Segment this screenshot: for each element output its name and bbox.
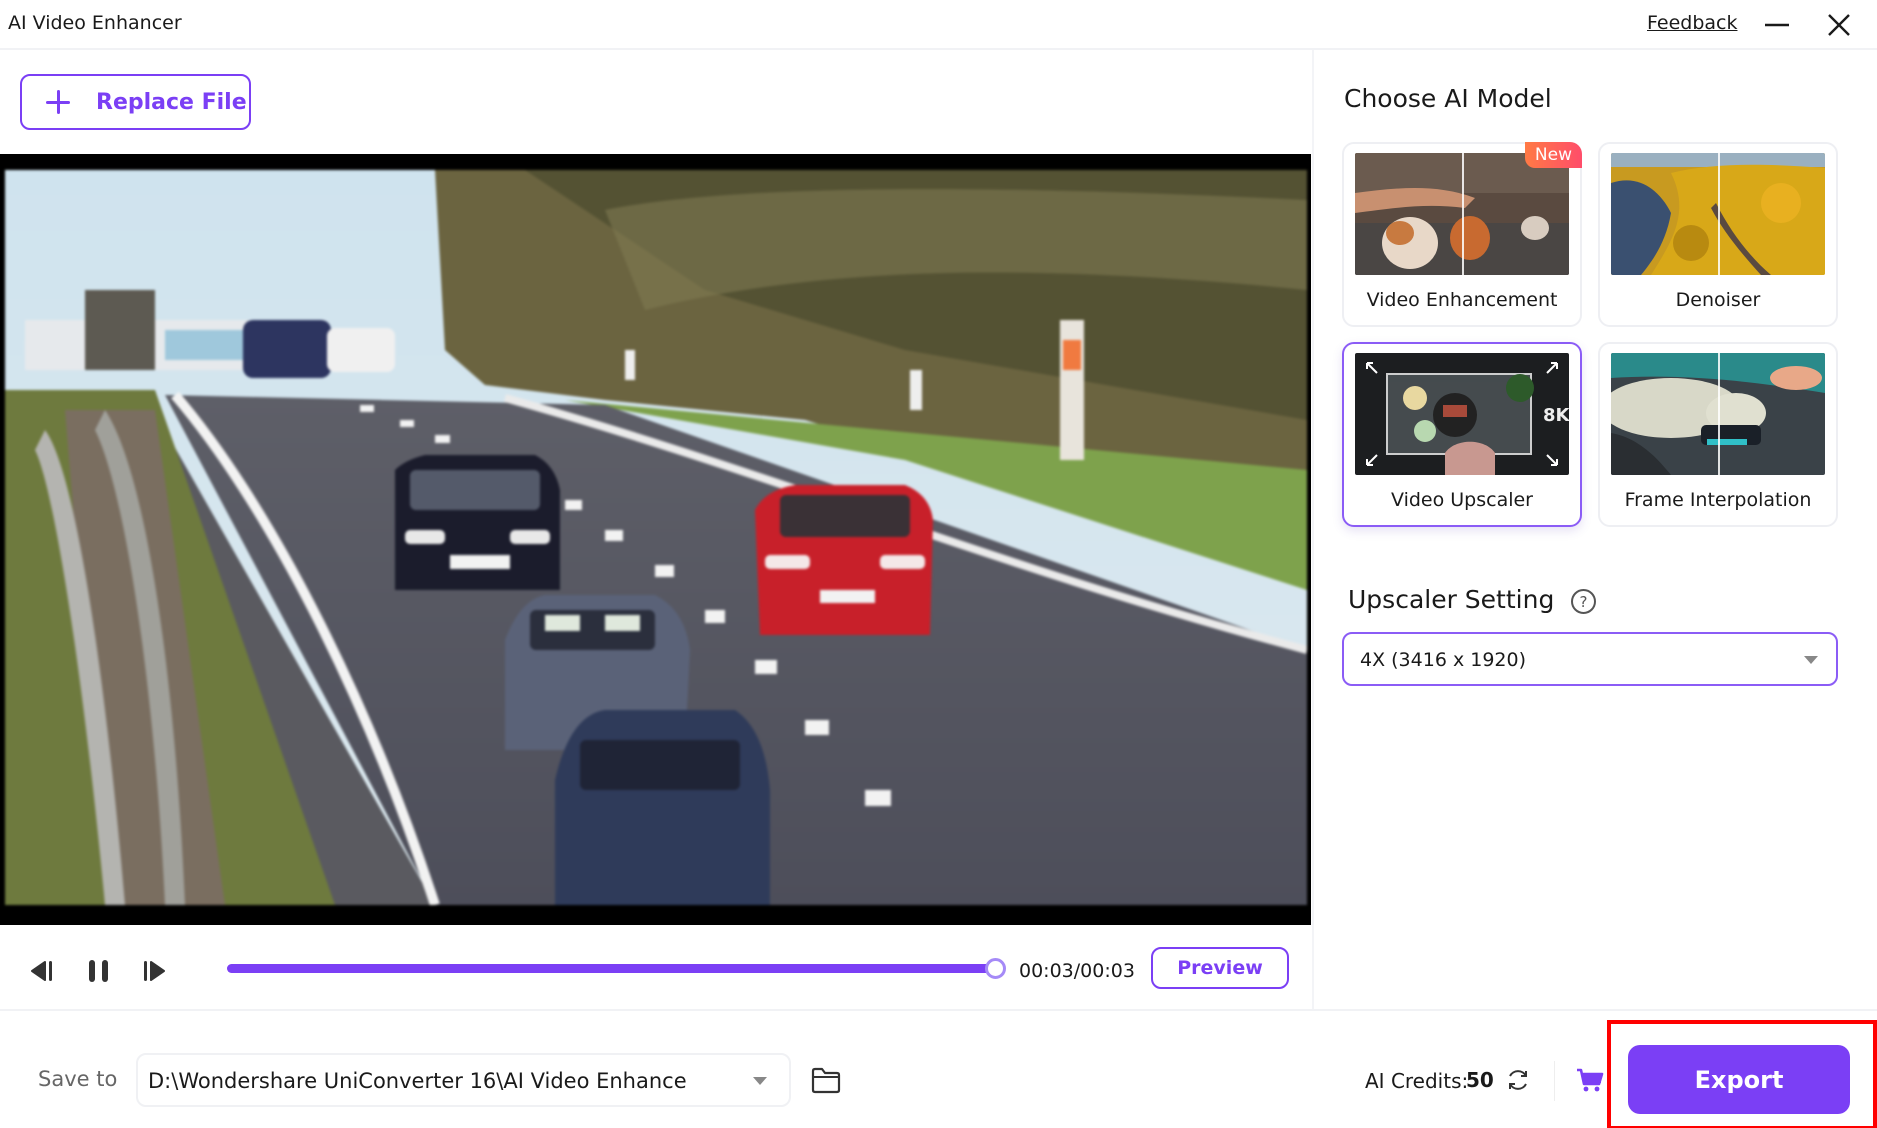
previous-frame-button[interactable] (27, 955, 59, 987)
model-name: Denoiser (1675, 289, 1761, 311)
upscaler-setting-title: Upscaler Setting (1348, 585, 1555, 614)
ai-credits-label: AI Credits: (1365, 1069, 1469, 1093)
bottom-bar: Save to D:\Wondershare UniConverter 16\A… (0, 1009, 1877, 1128)
previous-frame-icon (31, 961, 52, 981)
progress-fill (227, 964, 995, 973)
separator (1554, 1061, 1555, 1101)
video-frame (5, 170, 1307, 905)
next-frame-icon (144, 961, 165, 981)
thumb-8k-label: 8K (1543, 405, 1569, 426)
cart-icon (1577, 1068, 1604, 1092)
app-title: AI Video Enhancer (8, 12, 182, 34)
plus-icon (46, 90, 70, 114)
video-frame-image (5, 170, 1307, 905)
minimize-icon (1765, 23, 1789, 27)
chevron-down-icon (1804, 656, 1818, 664)
video-enhancement-thumbnail (1355, 153, 1569, 275)
model-panel: Choose AI Model New Video Enhancement De… (1314, 50, 1877, 1009)
pause-button[interactable] (83, 955, 115, 987)
next-frame-button[interactable] (138, 955, 170, 987)
chevron-down-icon (753, 1077, 767, 1085)
minimize-button[interactable] (1760, 8, 1794, 42)
compare-divider (1718, 353, 1720, 475)
save-path-value: D:\Wondershare UniConverter 16\AI Video … (148, 1069, 687, 1093)
buy-credits-button[interactable] (1576, 1067, 1604, 1093)
model-card-denoiser[interactable]: Denoiser (1598, 142, 1838, 327)
open-folder-button[interactable] (810, 1065, 842, 1095)
frame-interpolation-thumbnail (1611, 353, 1825, 475)
compare-divider (1718, 153, 1720, 275)
save-path-dropdown[interactable]: D:\Wondershare UniConverter 16\AI Video … (136, 1053, 791, 1107)
folder-icon (811, 1067, 841, 1094)
refresh-credits-button[interactable] (1505, 1067, 1531, 1093)
replace-file-button[interactable]: Replace File (20, 74, 251, 130)
feedback-link[interactable]: Feedback (1647, 12, 1737, 34)
save-to-label: Save to (38, 1067, 118, 1091)
close-icon (1828, 14, 1850, 36)
export-button[interactable]: Export (1628, 1045, 1850, 1114)
refresh-icon (1509, 1070, 1527, 1090)
video-upscaler-thumbnail: 8K (1355, 353, 1569, 475)
upscale-resolution-dropdown[interactable]: 4X (3416 x 1920) (1342, 632, 1838, 686)
time-display: 00:03/00:03 (1019, 960, 1135, 982)
video-preview[interactable] (0, 154, 1311, 925)
progress-knob[interactable] (985, 958, 1006, 979)
pause-icon (89, 960, 108, 982)
preview-button[interactable]: Preview (1151, 947, 1289, 989)
model-card-video-enhancement[interactable]: New Video Enhancement (1342, 142, 1582, 327)
ai-credits-value: 50 (1466, 1068, 1494, 1092)
progress-slider[interactable] (227, 958, 1006, 979)
help-icon[interactable]: ? (1571, 589, 1596, 614)
choose-model-title: Choose AI Model (1344, 84, 1552, 113)
new-badge: New (1524, 142, 1582, 168)
player-controls: 00:03/00:03 Preview (0, 940, 1311, 1000)
upscale-resolution-value: 4X (3416 x 1920) (1360, 649, 1526, 671)
close-button[interactable] (1822, 8, 1856, 42)
denoiser-thumbnail (1611, 153, 1825, 275)
compare-divider (1462, 153, 1464, 275)
model-card-frame-interpolation[interactable]: Frame Interpolation (1598, 342, 1838, 527)
model-card-video-upscaler[interactable]: 8K Video Upscaler (1342, 342, 1582, 527)
model-name: Video Enhancement (1366, 289, 1558, 311)
title-bar: AI Video Enhancer Feedback (0, 0, 1877, 50)
model-name: Frame Interpolation (1624, 489, 1812, 511)
model-name: Video Upscaler (1390, 489, 1533, 511)
replace-file-label: Replace File (96, 89, 247, 115)
video-panel: Replace File 00:03/00:03 Preview (0, 50, 1312, 1009)
